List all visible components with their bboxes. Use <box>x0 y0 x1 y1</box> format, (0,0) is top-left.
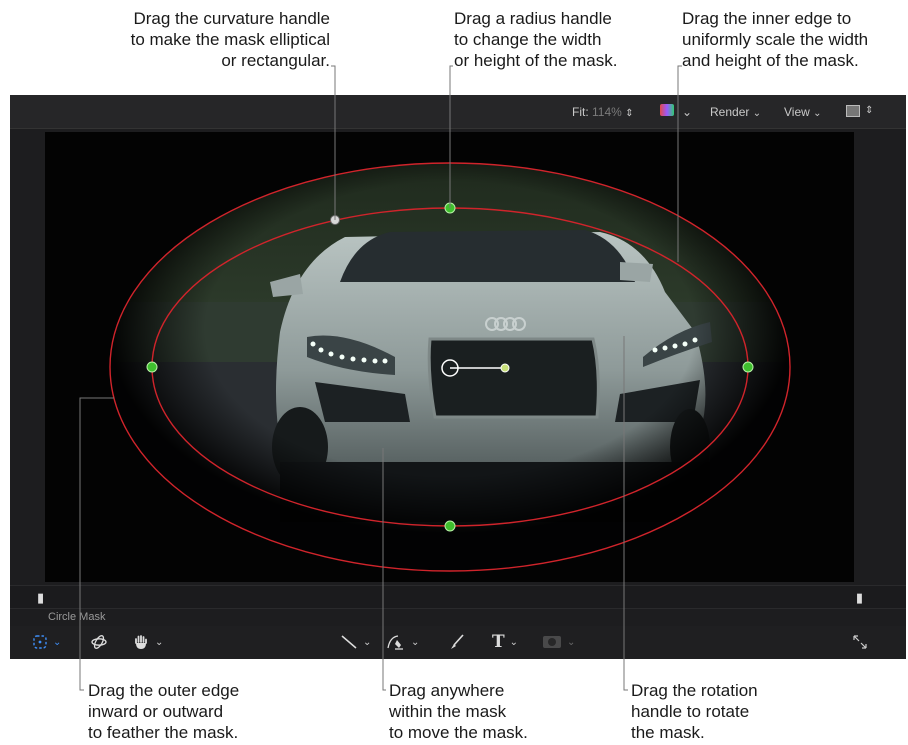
callout-leader-lines <box>79 65 682 691</box>
